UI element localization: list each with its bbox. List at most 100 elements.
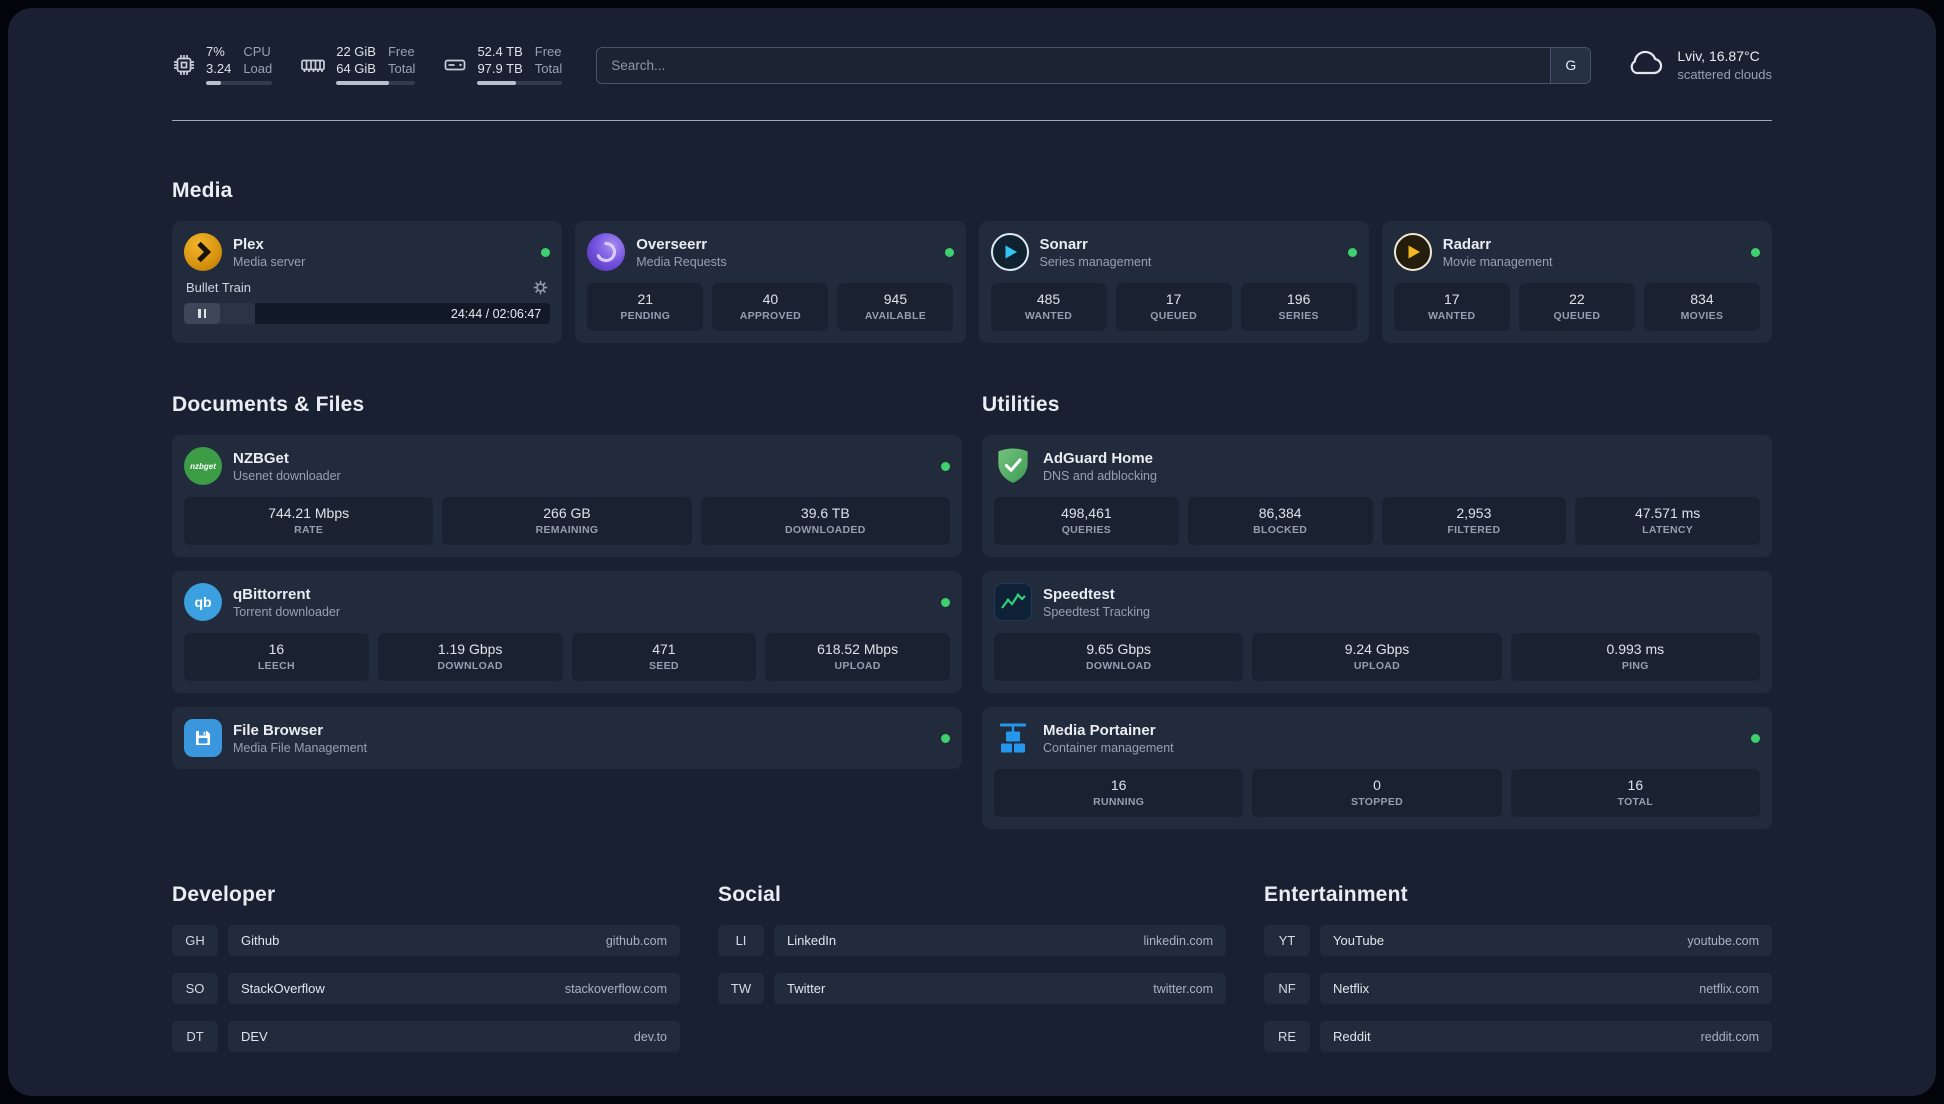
search-engine-button[interactable]: G	[1550, 47, 1591, 83]
bookmark-item-youtube[interactable]: YT YouTube youtube.com	[1264, 925, 1772, 956]
player-progress-bar[interactable]: 24:44 / 02:06:47	[184, 303, 551, 324]
service-subtitle: Series management	[1039, 254, 1152, 269]
service-name: Speedtest	[1043, 585, 1115, 603]
overseerr-icon	[587, 233, 626, 271]
service-subtitle: Container management	[1043, 740, 1174, 755]
service-card-speedtest[interactable]: Speedtest Speedtest Tracking 9.65 Gbps D…	[982, 571, 1772, 693]
stat-tile: 17 WANTED	[1393, 283, 1510, 331]
stat-label: AVAILABLE	[864, 310, 927, 322]
bookmark-item-twitter[interactable]: TW Twitter twitter.com	[718, 973, 1226, 1004]
bookmark-name: Reddit	[1333, 1029, 1371, 1044]
pause-button[interactable]	[184, 303, 220, 324]
stat-label: RATE	[294, 524, 324, 536]
status-dot	[941, 597, 950, 607]
bookmark-url: netflix.com	[1699, 981, 1759, 996]
service-card-nzbget[interactable]: nzbget NZBGet Usenet downloader 744.21 M…	[172, 435, 962, 557]
stat-tile: 16 LEECH	[184, 633, 369, 681]
disk-total-label: Total	[534, 60, 563, 76]
search-bar: G	[596, 46, 1592, 84]
stat-value: 0	[1373, 777, 1381, 793]
stat-value: 471	[652, 641, 676, 657]
dashboard-root: 7% CPU 3.24 Load 22 GiB Free 64 GiB Tota…	[0, 0, 1944, 1104]
disk-free-value: 52.4 TB	[477, 43, 523, 59]
section-title-documents: Documents & Files	[172, 393, 365, 416]
adguard-icon	[994, 447, 1032, 485]
bookmarks-area: Developer GH Github github.com SO StackO…	[172, 883, 1772, 1069]
bookmark-item-linkedin[interactable]: LI LinkedIn linkedin.com	[718, 925, 1226, 956]
section-title-media: Media	[172, 179, 233, 202]
section-documents: Documents & Files nzbget NZBGet Usenet d…	[172, 393, 962, 769]
stat-tile: 22 QUEUED	[1518, 283, 1635, 331]
bookmark-name: Netflix	[1333, 981, 1370, 996]
bookmark-item-github[interactable]: GH Github github.com	[172, 925, 680, 956]
service-card-radarr[interactable]: Radarr Movie management 17 WANTED 22 QUE…	[1381, 221, 1772, 343]
bookmark-url: youtube.com	[1687, 933, 1759, 948]
service-subtitle: Media File Management	[233, 740, 368, 755]
search-input[interactable]	[597, 47, 1551, 83]
service-card-filebrowser[interactable]: File Browser Media File Management	[172, 707, 962, 769]
service-name: AdGuard Home	[1043, 449, 1154, 467]
stat-value: 9.24 Gbps	[1344, 641, 1410, 657]
bookmark-item-dev[interactable]: DT DEV dev.to	[172, 1021, 680, 1052]
disk-widget: 52.4 TB Free 97.9 TB Total	[443, 43, 563, 86]
stat-value: 266 GB	[543, 505, 591, 521]
service-subtitle: Usenet downloader	[233, 468, 341, 483]
cpu-progress-track	[206, 81, 273, 86]
bookmark-abbr: SO	[172, 973, 218, 1004]
bookmark-url: reddit.com	[1700, 1029, 1759, 1044]
bookmark-url: twitter.com	[1153, 981, 1213, 996]
stat-tile: 618.52 Mbps UPLOAD	[765, 633, 950, 681]
cloud-icon	[1625, 46, 1665, 85]
stat-tile: 21 PENDING	[587, 283, 704, 331]
service-card-adguard[interactable]: AdGuard Home DNS and adblocking 498,461 …	[982, 435, 1772, 557]
stat-tile: 196 SERIES	[1240, 283, 1357, 331]
service-name: Radarr	[1442, 235, 1492, 253]
service-card-sonarr[interactable]: Sonarr Series management 485 WANTED 17 Q…	[978, 221, 1369, 343]
dashboard-page: 7% CPU 3.24 Load 22 GiB Free 64 GiB Tota…	[8, 8, 1936, 1096]
bookmark-abbr: TW	[718, 973, 764, 1004]
speedtest-icon	[994, 583, 1032, 621]
service-subtitle: DNS and adblocking	[1043, 468, 1157, 483]
service-name: File Browser	[233, 721, 324, 739]
bookmark-name: LinkedIn	[787, 933, 837, 948]
bookmark-url: stackoverflow.com	[564, 981, 667, 996]
service-card-overseerr[interactable]: Overseerr Media Requests 21 PENDING 40 A…	[575, 221, 966, 343]
memory-free-value: 22 GiB	[336, 43, 376, 59]
bookmark-item-reddit[interactable]: RE Reddit reddit.com	[1264, 1021, 1772, 1052]
status-dot	[941, 461, 950, 471]
cpu-load-value: 3.24	[206, 60, 232, 76]
stat-value: 47.571 ms	[1634, 505, 1701, 521]
service-card-plex[interactable]: Plex Media server Bullet Train 24:44 / 0…	[172, 221, 563, 343]
cpu-value: 7%	[206, 43, 225, 59]
stat-tile: 17 QUEUED	[1115, 283, 1232, 331]
service-name: qBittorrent	[233, 585, 311, 603]
stat-value: 618.52 Mbps	[817, 641, 899, 657]
bookmark-name: YouTube	[1333, 933, 1385, 948]
stat-label: PING	[1621, 660, 1649, 672]
service-card-qbittorrent[interactable]: qb qBittorrent Torrent downloader 16 LEE…	[172, 571, 962, 693]
weather-condition: scattered clouds	[1677, 67, 1772, 82]
stat-tile: 834 MOVIES	[1643, 283, 1760, 331]
status-dot	[1751, 247, 1760, 257]
stat-label: RUNNING	[1093, 796, 1145, 808]
stat-value: 498,461	[1061, 505, 1112, 521]
memory-total-label: Total	[387, 60, 416, 76]
bookmark-item-stackoverflow[interactable]: SO StackOverflow stackoverflow.com	[172, 973, 680, 1004]
bookmark-abbr: DT	[172, 1021, 218, 1052]
service-subtitle: Speedtest Tracking	[1043, 604, 1151, 619]
service-card-portainer[interactable]: Media Portainer Container management 16 …	[982, 707, 1772, 829]
stat-value: 196	[1287, 291, 1311, 307]
stat-label: LATENCY	[1642, 524, 1694, 536]
stat-value: 16	[1627, 777, 1644, 793]
stat-value: 39.6 TB	[800, 505, 850, 521]
now-playing-title: Bullet Train	[186, 280, 252, 295]
stat-label: STOPPED	[1350, 796, 1404, 808]
stat-label: PENDING	[620, 310, 671, 322]
bookmark-abbr: GH	[172, 925, 218, 956]
filebrowser-icon	[184, 719, 222, 757]
status-dot	[941, 733, 950, 743]
bookmark-item-netflix[interactable]: NF Netflix netflix.com	[1264, 973, 1772, 1004]
settings-gear-icon[interactable]	[533, 280, 548, 295]
resource-widgets: 7% CPU 3.24 Load 22 GiB Free 64 GiB Tota…	[172, 43, 563, 86]
status-dot	[541, 247, 551, 257]
